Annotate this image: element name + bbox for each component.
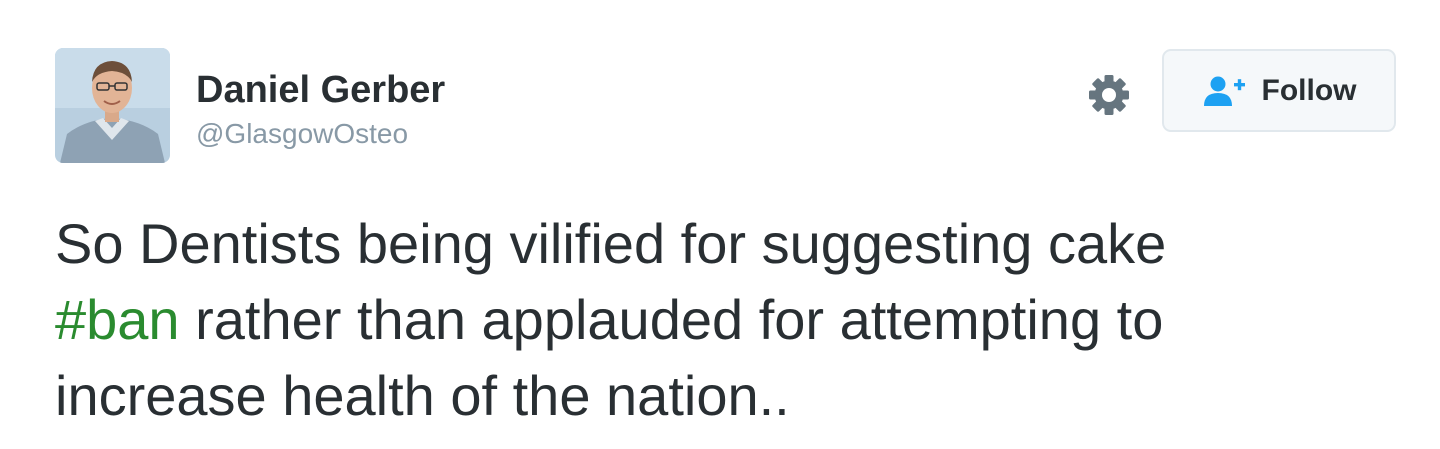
tweet-card: Daniel Gerber @GlasgowOsteo Follow So De…: [0, 0, 1440, 449]
follow-button[interactable]: Follow: [1162, 49, 1396, 132]
tweet-text: So Dentists being vilified for suggestin…: [55, 206, 1415, 434]
tweet-text-line: So Dentists being vilified for suggestin…: [55, 212, 1167, 275]
gear-icon[interactable]: [1086, 72, 1132, 118]
avatar[interactable]: [55, 48, 170, 163]
author-handle[interactable]: @GlasgowOsteo: [196, 117, 408, 151]
hashtag-link[interactable]: #ban: [55, 288, 180, 351]
follow-label: Follow: [1261, 73, 1357, 107]
user-plus-icon: [1202, 75, 1248, 107]
tweet-text-line: #ban rather than applauded for attemptin…: [55, 282, 1415, 358]
tweet-text-line: increase health of the nation..: [55, 364, 790, 427]
author-name[interactable]: Daniel Gerber: [196, 68, 445, 112]
tweet-text-segment: rather than applauded for attempting to: [179, 288, 1164, 351]
